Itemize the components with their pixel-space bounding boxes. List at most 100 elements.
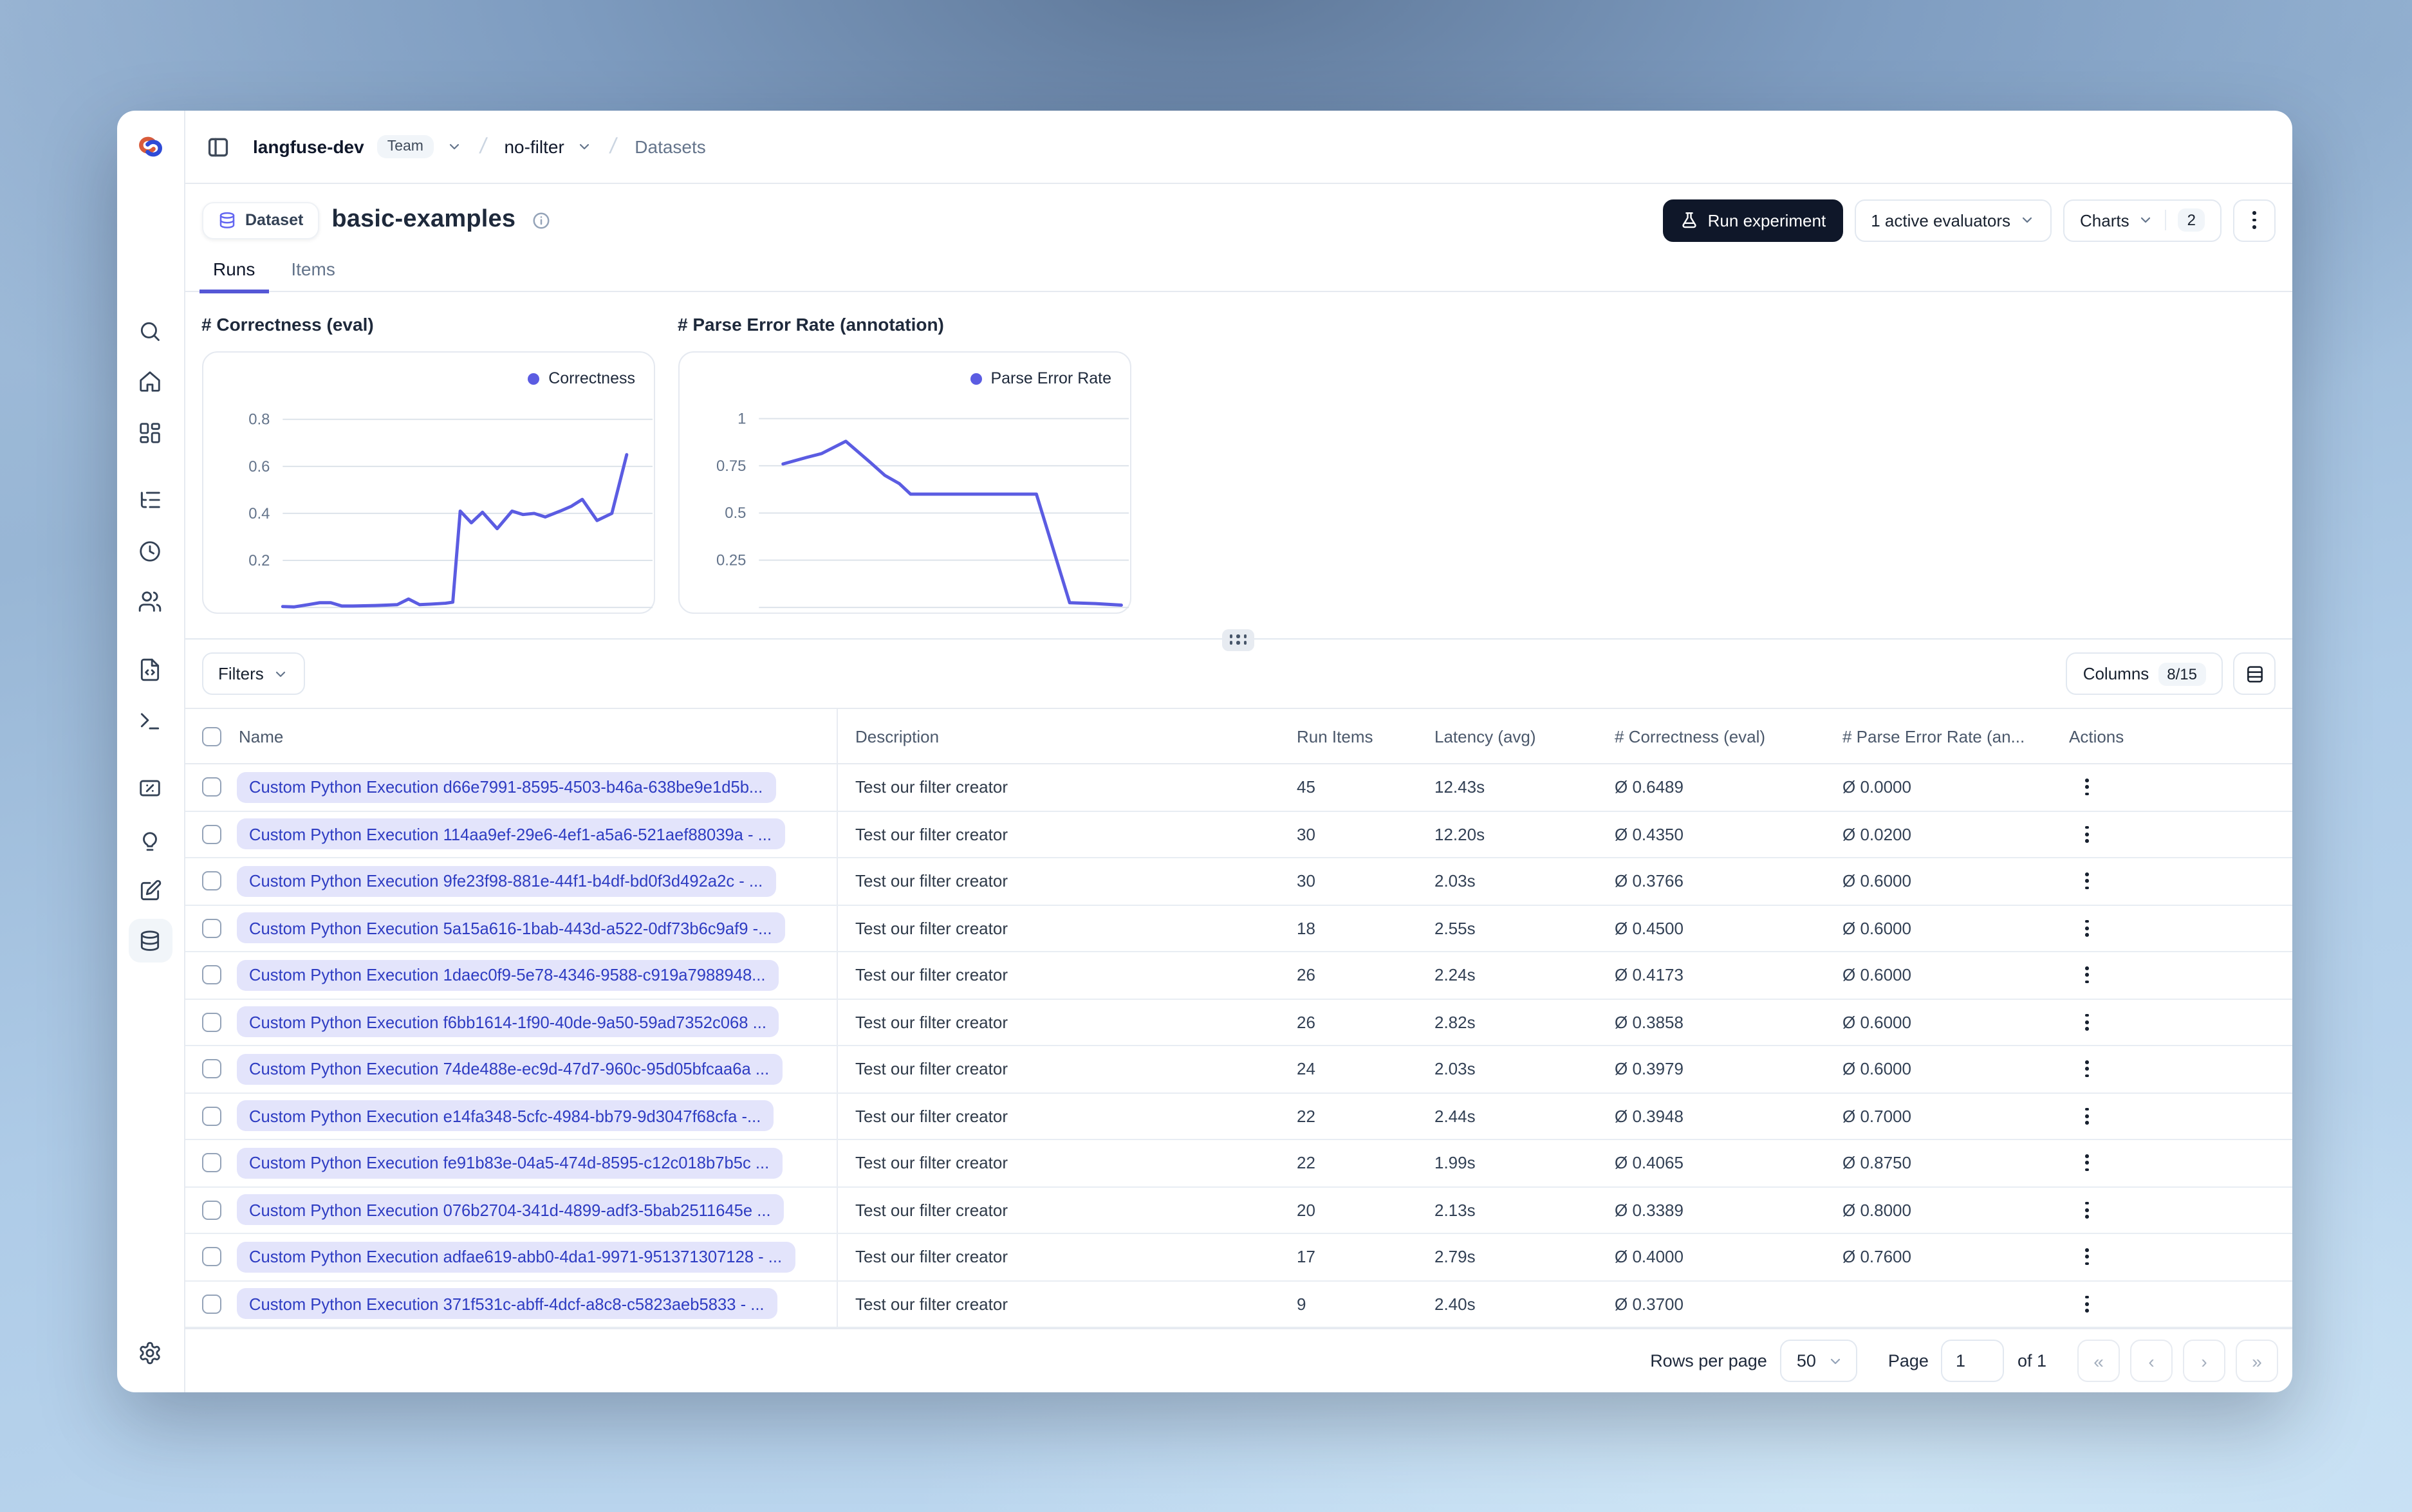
evaluation-percent-icon[interactable]: [129, 766, 172, 809]
run-name-link[interactable]: Custom Python Execution 1daec0f9-5e78-43…: [236, 959, 779, 991]
column-header-latency[interactable]: Latency (avg): [1419, 726, 1599, 746]
run-name-link[interactable]: Custom Python Execution d66e7991-8595-45…: [236, 771, 776, 803]
rows-per-page-select[interactable]: 50: [1779, 1340, 1857, 1382]
next-page-button[interactable]: ›: [2183, 1340, 2225, 1382]
parse-error-cell: Ø 0.8750: [1842, 1153, 1911, 1173]
run-items-cell: 18: [1297, 918, 1315, 938]
prev-page-button[interactable]: ‹: [2130, 1340, 2173, 1382]
row-actions-menu[interactable]: [2069, 1239, 2105, 1275]
run-name-cell: Custom Python Execution 076b2704-341d-48…: [236, 1187, 837, 1233]
first-page-button[interactable]: «: [2077, 1340, 2120, 1382]
last-page-button[interactable]: »: [2236, 1340, 2278, 1382]
legend-label: Correctness: [548, 369, 635, 387]
run-name-link[interactable]: Custom Python Execution 74de488e-ec9d-47…: [236, 1053, 783, 1085]
row-actions-menu[interactable]: [2069, 816, 2105, 853]
row-checkbox[interactable]: [201, 965, 221, 985]
row-actions-menu[interactable]: [2069, 1192, 2105, 1228]
run-name-link[interactable]: Custom Python Execution 5a15a616-1bab-44…: [236, 912, 785, 944]
rows-icon: [2247, 665, 2262, 682]
row-checkbox[interactable]: [201, 1012, 221, 1032]
filters-button[interactable]: Filters: [201, 652, 305, 695]
tab-items[interactable]: Items: [277, 256, 349, 292]
row-checkbox[interactable]: [201, 1106, 221, 1126]
info-icon[interactable]: [531, 210, 550, 230]
columns-count-badge: 8/15: [2158, 662, 2206, 685]
column-header-run-items[interactable]: Run Items: [1281, 726, 1419, 746]
row-actions-menu[interactable]: [2069, 1286, 2105, 1322]
select-all-checkbox[interactable]: [201, 726, 221, 746]
chevron-down-icon: [1830, 1358, 1840, 1364]
row-checkbox[interactable]: [201, 1059, 221, 1079]
page-title: basic-examples: [331, 206, 516, 233]
charts-dropdown[interactable]: Charts 2: [2063, 199, 2222, 241]
row-checkbox[interactable]: [201, 918, 221, 938]
row-checkbox[interactable]: [201, 1153, 221, 1173]
run-name-link[interactable]: Custom Python Execution adfae619-abb0-4d…: [236, 1241, 795, 1273]
org-chevron-down-icon[interactable]: [447, 139, 462, 154]
run-items-cell: 20: [1297, 1200, 1315, 1220]
run-name-link[interactable]: Custom Python Execution 371f531c-abff-4d…: [236, 1288, 777, 1320]
correctness-line-chart: 0.8 0.6 0.4 0.2: [248, 411, 653, 609]
tab-bar: Runs Items: [185, 256, 2292, 293]
run-name-link[interactable]: Custom Python Execution 076b2704-341d-48…: [236, 1194, 784, 1226]
page-number-input[interactable]: [1941, 1340, 2005, 1382]
row-actions-menu[interactable]: [2069, 1098, 2105, 1134]
run-name-cell: Custom Python Execution 5a15a616-1bab-44…: [236, 905, 837, 951]
chevron-down-icon: [275, 670, 285, 677]
prompts-file-code-icon[interactable]: [129, 647, 172, 691]
row-checkbox[interactable]: [201, 1200, 221, 1220]
resize-drag-handle[interactable]: [1222, 629, 1255, 650]
project-chevron-down-icon[interactable]: [577, 139, 593, 154]
dashboard-icon[interactable]: [129, 410, 172, 454]
column-header-parse-error[interactable]: # Parse Error Rate (an...: [1827, 726, 2048, 746]
row-checkbox[interactable]: [201, 1247, 221, 1267]
run-name-link[interactable]: Custom Python Execution 114aa9ef-29e6-4e…: [236, 818, 784, 850]
users-icon[interactable]: [129, 579, 172, 623]
run-name-link[interactable]: Custom Python Execution f6bb1614-1f90-40…: [236, 1006, 779, 1038]
row-checkbox[interactable]: [201, 1294, 221, 1314]
support-lifebuoy-icon[interactable]: [129, 1382, 172, 1392]
breadcrumb-project[interactable]: no-filter: [504, 136, 564, 157]
run-description-cell: Test our filter creator: [855, 1106, 1008, 1126]
row-height-button[interactable]: [2233, 652, 2276, 695]
page-actions-menu[interactable]: [2233, 199, 2276, 241]
run-items-cell: 26: [1297, 1012, 1315, 1032]
row-actions-menu[interactable]: [2069, 863, 2105, 899]
row-checkbox[interactable]: [201, 871, 221, 891]
breadcrumb-section[interactable]: Datasets: [635, 136, 706, 157]
run-name-link[interactable]: Custom Python Execution fe91b83e-04a5-47…: [236, 1147, 783, 1179]
row-actions-menu[interactable]: [2069, 1004, 2105, 1040]
datasets-database-icon[interactable]: [128, 919, 172, 963]
column-header-description[interactable]: Description: [837, 726, 1281, 746]
row-actions-menu[interactable]: [2069, 910, 2105, 946]
search-icon[interactable]: [129, 309, 172, 353]
tracing-tree-icon[interactable]: [129, 477, 172, 521]
run-name-link[interactable]: Custom Python Execution 9fe23f98-881e-44…: [236, 865, 776, 897]
home-icon[interactable]: [129, 359, 172, 403]
insights-lightbulb-icon[interactable]: [129, 820, 172, 863]
column-header-correctness[interactable]: # Correctness (eval): [1599, 726, 1827, 746]
evaluators-dropdown[interactable]: 1 active evaluators: [1854, 199, 2052, 241]
sidebar-toggle-icon[interactable]: [201, 130, 235, 163]
tab-runs[interactable]: Runs: [199, 256, 269, 293]
row-actions-menu[interactable]: [2069, 1051, 2105, 1087]
sessions-clock-icon[interactable]: [129, 529, 172, 573]
column-header-name[interactable]: Name: [236, 709, 837, 763]
row-actions-menu[interactable]: [2069, 770, 2105, 806]
playground-terminal-icon[interactable]: [129, 699, 172, 742]
row-checkbox[interactable]: [201, 777, 221, 797]
chevron-down-icon: [2022, 217, 2032, 223]
columns-button[interactable]: Columns 8/15: [2066, 652, 2223, 695]
row-actions-menu[interactable]: [2069, 1145, 2105, 1181]
latency-cell: 2.44s: [1434, 1106, 1476, 1126]
annotation-pen-icon[interactable]: [129, 869, 172, 912]
kebab-icon: [2085, 1013, 2089, 1031]
run-description-cell: Test our filter creator: [855, 1294, 1008, 1314]
kebab-icon: [2085, 1107, 2089, 1125]
row-checkbox[interactable]: [201, 824, 221, 844]
run-name-link[interactable]: Custom Python Execution e14fa348-5cfc-49…: [236, 1100, 774, 1132]
settings-gear-icon[interactable]: [129, 1331, 172, 1374]
breadcrumb-org[interactable]: langfuse-dev: [253, 136, 364, 157]
run-experiment-button[interactable]: Run experiment: [1662, 199, 1843, 241]
row-actions-menu[interactable]: [2069, 957, 2105, 993]
